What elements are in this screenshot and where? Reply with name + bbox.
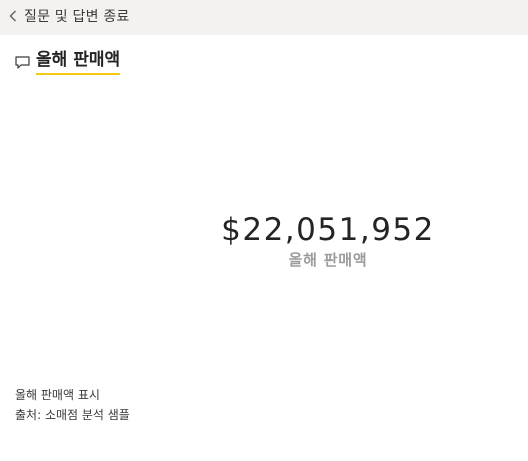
chevron-left-icon xyxy=(9,10,17,22)
showing-text: 올해 판매액 표시 xyxy=(15,388,100,402)
question-header: 올해 판매액 xyxy=(15,49,121,75)
question-text[interactable]: 올해 판매액 xyxy=(36,49,121,75)
exit-qna-label: 질문 및 답변 종료 xyxy=(24,9,130,25)
source-text: 출처: 소매점 분석 샘플 xyxy=(15,408,130,422)
chat-bubble-icon xyxy=(15,54,30,73)
card-label: 올해 판매액 xyxy=(288,251,368,269)
exit-qna-button[interactable]: 질문 및 답변 종료 xyxy=(9,6,130,26)
answer-footer: 올해 판매액 표시 출처: 소매점 분석 샘플 xyxy=(15,385,130,425)
card-visual: $22,051,952 올해 판매액 xyxy=(0,210,528,270)
top-bar: 질문 및 답변 종료 xyxy=(0,0,528,35)
card-value: $22,051,952 xyxy=(221,212,435,248)
